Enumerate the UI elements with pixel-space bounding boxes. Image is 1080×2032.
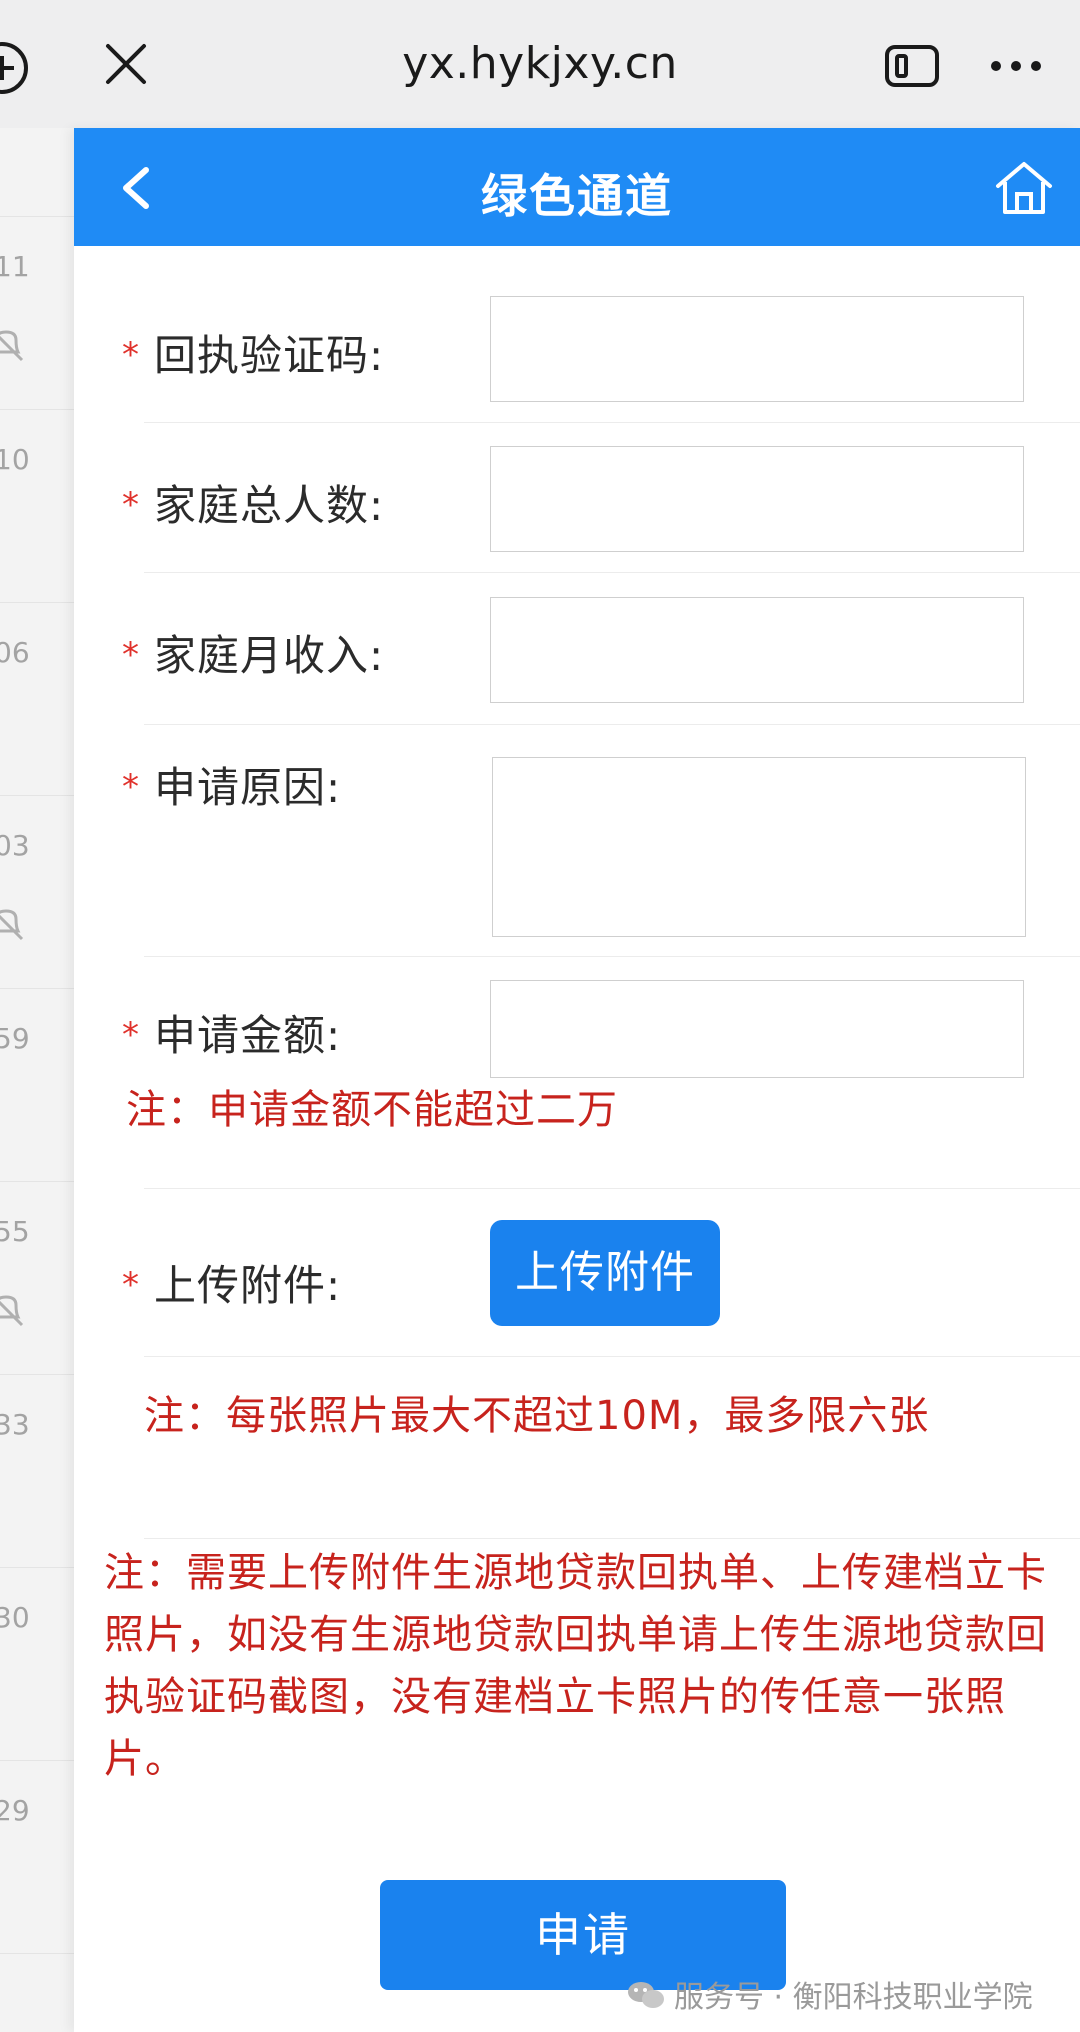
chat-time: 29 [0, 1794, 30, 1827]
monthly-income-input[interactable] [490, 597, 1024, 703]
chat-time: 11 [0, 250, 30, 283]
home-icon[interactable] [994, 158, 1054, 222]
more-options-icon[interactable] [988, 44, 1044, 92]
required-mark: * [122, 767, 140, 807]
list-item: 11 [0, 216, 74, 410]
wechat-icon [626, 1979, 666, 2019]
list-item: 10 [0, 409, 74, 603]
field-label-amount: * 申请金额: [122, 1002, 341, 1063]
field-label-text: 家庭月收入: [154, 631, 385, 680]
chat-time: 30 [0, 1601, 30, 1634]
mute-bell-icon [0, 324, 26, 368]
divider [144, 572, 1080, 573]
field-label-reason: * 申请原因: [122, 754, 341, 815]
family-size-input[interactable] [490, 446, 1024, 552]
field-label-upload: * 上传附件: [122, 1252, 341, 1313]
chat-time: 59 [0, 1022, 30, 1055]
amount-note: 注：申请金额不能超过二万 [126, 1087, 618, 1133]
field-label-text: 申请金额: [154, 1011, 342, 1060]
field-label-family-size: * 家庭总人数: [122, 472, 384, 533]
divider [144, 1538, 1080, 1539]
required-mark: * [122, 1265, 140, 1305]
page-title: 绿色通道 [481, 169, 673, 223]
list-item: 33 [0, 1374, 74, 1568]
watermark-text: 服务号 · 衡阳科技职业学院 [674, 1980, 1033, 2015]
list-item: 30 [0, 1567, 74, 1761]
field-label-text: 上传附件: [154, 1261, 342, 1310]
required-mark: * [122, 635, 140, 675]
list-item [0, 128, 74, 217]
field-label-text: 申请原因: [154, 763, 342, 812]
field-label-receipt-code: * 回执验证码: [122, 322, 384, 383]
screen: yx.hykjxy.cn 11 10 06 03 59 55 33 30 29 … [0, 0, 1080, 2032]
mute-bell-icon [0, 1289, 26, 1333]
attachment-note: 注：需要上传附件生源地贷款回执单、上传建档立卡照片，如没有生源地贷款回执单请上传… [104, 1550, 1047, 1782]
browser-toolbar: yx.hykjxy.cn [0, 0, 1080, 128]
chat-time: 55 [0, 1215, 30, 1248]
reason-textarea[interactable] [492, 757, 1026, 937]
required-mark: * [122, 485, 140, 525]
field-label-monthly-income: * 家庭月收入: [122, 622, 384, 683]
watermark: 服务号 · 衡阳科技职业学院 [626, 1972, 1033, 2019]
amount-input[interactable] [490, 980, 1024, 1078]
chat-time: 10 [0, 443, 30, 476]
list-item: 03 [0, 795, 74, 989]
divider [144, 422, 1080, 423]
chat-time: 06 [0, 636, 30, 669]
required-mark: * [122, 1015, 140, 1055]
required-mark: * [122, 335, 140, 375]
chat-time: 03 [0, 829, 30, 862]
nav-bar: 绿色通道 [74, 128, 1080, 246]
mute-bell-icon [0, 903, 26, 947]
upload-attachment-button[interactable]: 上传附件 [490, 1220, 720, 1326]
photo-size-note: 注：每张照片最大不超过10M，最多限六张 [144, 1393, 930, 1439]
list-item: 29 [0, 1760, 74, 1954]
divider [144, 956, 1080, 957]
list-item: 06 [0, 602, 74, 796]
list-item: 55 [0, 1181, 74, 1375]
background-chat-list: 11 10 06 03 59 55 33 30 29 [0, 128, 74, 2032]
field-label-text: 回执验证码: [154, 331, 385, 380]
receipt-code-input[interactable] [490, 296, 1024, 402]
chat-time: 33 [0, 1408, 30, 1441]
field-label-text: 家庭总人数: [154, 481, 385, 530]
divider [144, 724, 1080, 725]
green-channel-page: 绿色通道 * 回执验证码: * 家庭总人数: * 家庭月收入: * 申请原因: … [74, 128, 1080, 2032]
reader-mode-icon[interactable] [884, 44, 940, 92]
divider [144, 1188, 1080, 1189]
divider [144, 1356, 1080, 1357]
list-item: 59 [0, 988, 74, 1182]
